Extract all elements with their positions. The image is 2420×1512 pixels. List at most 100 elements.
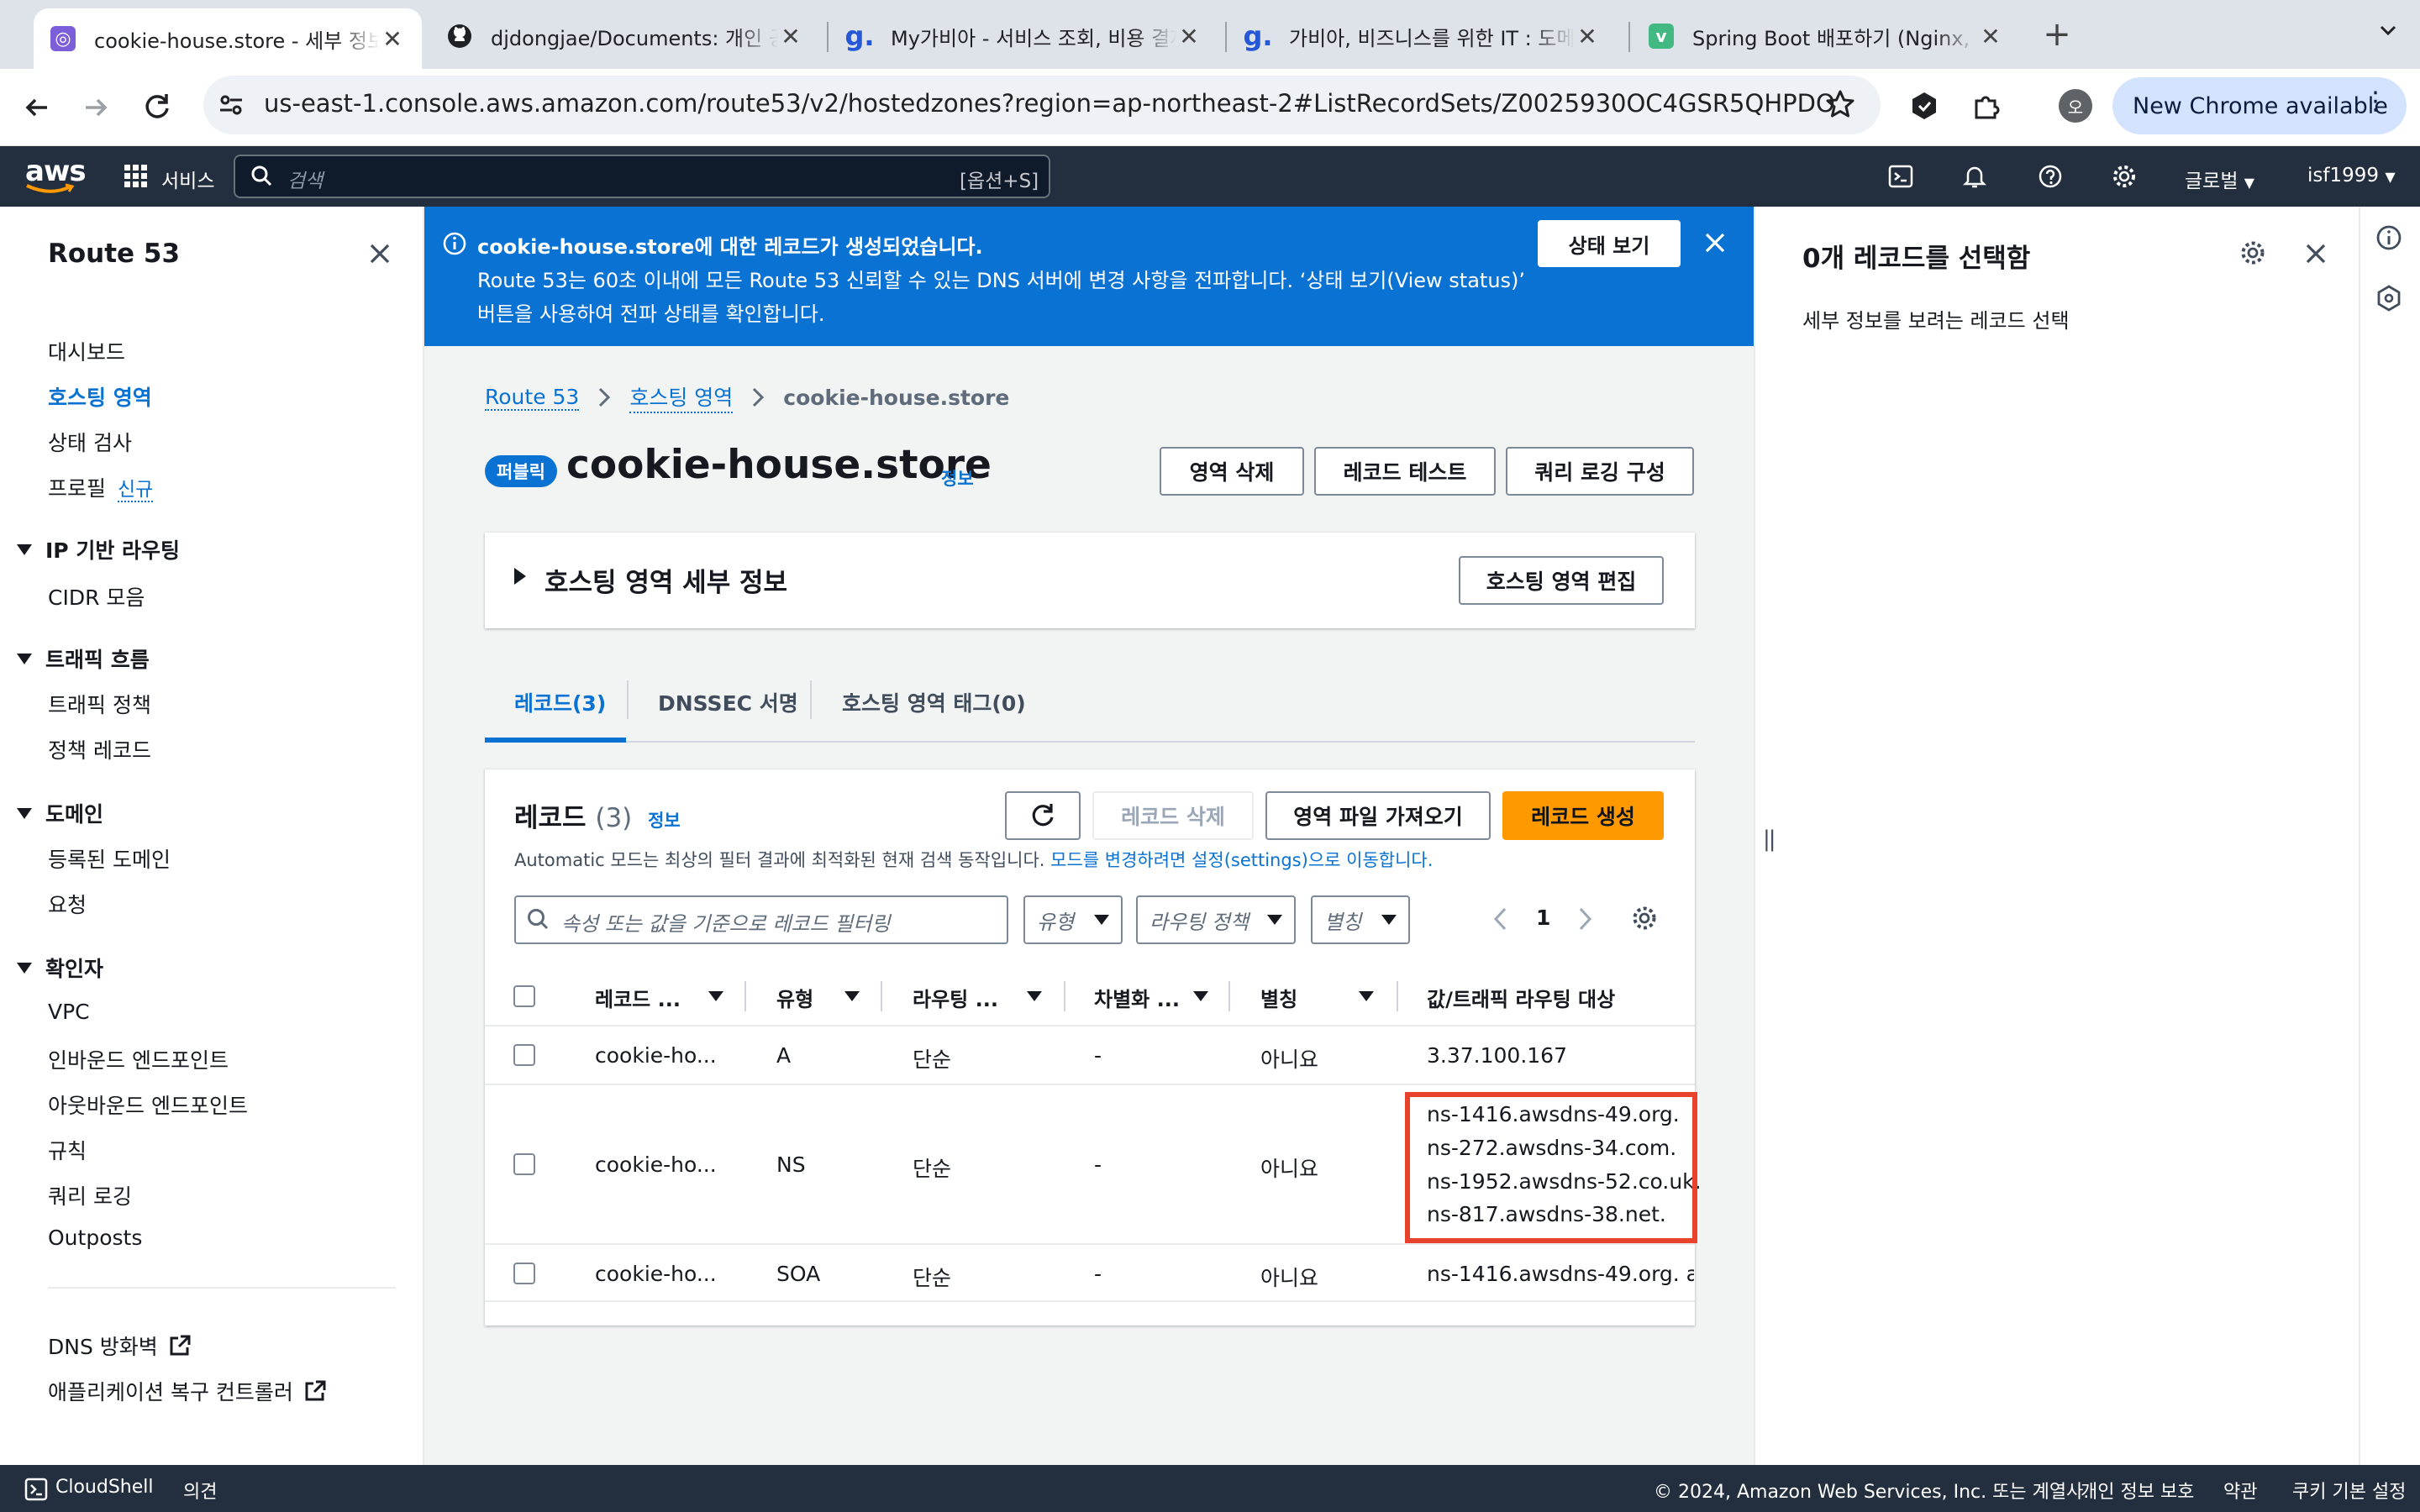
delete-zone-button[interactable]: 영역 삭제 bbox=[1160, 447, 1304, 496]
sidebar-section-domains[interactable]: 도메인 bbox=[17, 798, 103, 828]
tab-zone-tags[interactable]: 호스팅 영역 태그(0) bbox=[842, 687, 1026, 717]
column-header-record-name[interactable]: 레코드 ... bbox=[595, 983, 681, 1012]
close-tab-icon[interactable]: ✕ bbox=[1575, 23, 1600, 50]
info-panel-icon[interactable] bbox=[2375, 223, 2403, 252]
close-sidebar-icon[interactable] bbox=[366, 240, 393, 267]
services-grid-icon[interactable] bbox=[124, 165, 148, 188]
account-menu[interactable]: isf1999 ▼ bbox=[2307, 165, 2396, 186]
panel-preferences-gear-icon[interactable] bbox=[2238, 239, 2267, 267]
sidebar-section-ip-routing[interactable]: IP 기반 라우팅 bbox=[17, 534, 180, 564]
tab-dnssec[interactable]: DNSSEC 서명 bbox=[658, 687, 798, 717]
cloudshell-link[interactable]: CloudShell bbox=[55, 1477, 154, 1498]
new-chrome-available-button[interactable]: New Chrome available ⋮ bbox=[2112, 77, 2407, 134]
sidebar-section-traffic-flow[interactable]: 트래픽 흐름 bbox=[17, 643, 150, 674]
reload-icon[interactable] bbox=[139, 89, 175, 124]
sidebar-item-registered-domains[interactable]: 등록된 도메인 bbox=[48, 843, 171, 874]
sidebar-item-dns-firewall[interactable]: DNS 방화벽 bbox=[48, 1331, 192, 1361]
sort-caret-icon[interactable] bbox=[1027, 991, 1042, 1001]
details-title[interactable]: 호스팅 영역 세부 정보 bbox=[544, 561, 787, 599]
caret-right-icon[interactable] bbox=[514, 568, 526, 585]
dismiss-flash-icon[interactable] bbox=[1702, 230, 1728, 255]
column-header-differentiator[interactable]: 차별화 ... bbox=[1094, 983, 1180, 1012]
cookie-preferences-link[interactable]: 쿠키 기본 설정 bbox=[2292, 1477, 2406, 1504]
sidebar-item-policy-records[interactable]: 정책 레코드 bbox=[48, 734, 151, 764]
refresh-button[interactable] bbox=[1005, 791, 1081, 840]
row-checkbox[interactable] bbox=[513, 1263, 535, 1284]
sidebar-item-hosted-zones[interactable]: 호스팅 영역 bbox=[48, 381, 152, 412]
sidebar-item-rules[interactable]: 규칙 bbox=[48, 1135, 87, 1165]
sort-caret-icon[interactable] bbox=[844, 991, 860, 1001]
browser-tab[interactable]: g. 가비아, 비즈니스를 위한 IT : 도메인 ✕ bbox=[1228, 8, 1617, 64]
edit-hosted-zone-button[interactable]: 호스팅 영역 편집 bbox=[1459, 556, 1664, 605]
row-checkbox[interactable] bbox=[513, 1153, 535, 1175]
create-record-button[interactable]: 레코드 생성 bbox=[1502, 791, 1664, 840]
sort-caret-icon[interactable] bbox=[1359, 991, 1374, 1001]
sidebar-item-outbound-endpoints[interactable]: 아웃바운드 엔드포인트 bbox=[48, 1089, 248, 1120]
close-panel-icon[interactable] bbox=[2302, 240, 2329, 267]
breadcrumb-route53[interactable]: Route 53 bbox=[485, 385, 580, 411]
sort-caret-icon[interactable] bbox=[708, 991, 723, 1001]
sidebar-item-query-logging[interactable]: 쿼리 로깅 bbox=[48, 1180, 132, 1210]
test-record-button[interactable]: 레코드 테스트 bbox=[1314, 447, 1496, 496]
global-search-input[interactable] bbox=[234, 155, 1050, 198]
routing-policy-filter-select[interactable]: 라우팅 정책 bbox=[1136, 895, 1296, 944]
extensions-puzzle-icon[interactable] bbox=[1970, 89, 2003, 123]
sidebar-item-traffic-policies[interactable]: 트래픽 정책 bbox=[48, 689, 151, 719]
feedback-link[interactable]: 의견 bbox=[183, 1477, 217, 1504]
services-menu[interactable]: 서비스 bbox=[161, 165, 214, 193]
browser-tab[interactable]: g. My가비아 - 서비스 조회, 비용 결제 ✕ bbox=[830, 8, 1218, 64]
url-text[interactable]: us-east-1.console.aws.amazon.com/route53… bbox=[264, 89, 1835, 118]
table-preferences-gear-icon[interactable] bbox=[1630, 904, 1659, 932]
sidebar-item-outposts[interactable]: Outposts bbox=[48, 1226, 142, 1250]
terms-link[interactable]: 약관 bbox=[2223, 1477, 2257, 1504]
close-tab-icon[interactable]: ✕ bbox=[778, 23, 803, 50]
browser-tab[interactable]: djdongjae/Documents: 개인 공 ✕ bbox=[430, 8, 820, 64]
back-arrow-icon[interactable] bbox=[20, 91, 54, 124]
view-status-button[interactable]: 상태 보기 bbox=[1538, 220, 1681, 267]
notifications-bell-icon[interactable] bbox=[1961, 163, 1988, 190]
info-link[interactable]: 정보 bbox=[941, 465, 974, 491]
import-zone-file-button[interactable]: 영역 파일 가져오기 bbox=[1265, 791, 1491, 840]
mode-settings-link[interactable]: 모드를 변경하려면 설정(settings)으로 이동합니다. bbox=[1050, 850, 1433, 870]
close-tab-icon[interactable]: ✕ bbox=[1978, 23, 2003, 50]
cloudshell-footer-icon[interactable] bbox=[24, 1477, 49, 1502]
info-link[interactable]: 정보 bbox=[648, 811, 681, 831]
sidebar-item-requests[interactable]: 요청 bbox=[48, 889, 87, 919]
help-icon[interactable] bbox=[2037, 163, 2064, 190]
current-page-number[interactable]: 1 bbox=[1536, 906, 1550, 930]
delete-record-button[interactable]: 레코드 삭제 bbox=[1092, 791, 1254, 840]
tab-search-chevron-icon[interactable] bbox=[2371, 13, 2405, 47]
previous-page-icon[interactable] bbox=[1491, 906, 1511, 932]
sidebar-item-recovery-controller[interactable]: 애플리케이션 복구 컨트롤러 bbox=[48, 1376, 327, 1406]
tab-records[interactable]: 레코드(3) bbox=[514, 687, 606, 717]
breadcrumb-hosted-zones[interactable]: 호스팅 영역 bbox=[629, 381, 734, 413]
new-tab-icon[interactable]: + bbox=[2040, 15, 2074, 54]
column-header-alias[interactable]: 별칭 bbox=[1260, 983, 1297, 1012]
forward-arrow-icon[interactable] bbox=[79, 91, 113, 124]
configure-query-logging-button[interactable]: 쿼리 로깅 구성 bbox=[1506, 447, 1694, 496]
bookmark-star-icon[interactable] bbox=[1823, 87, 1857, 121]
column-header-value[interactable]: 값/트래픽 라우팅 대상 bbox=[1427, 983, 1615, 1012]
sidebar-section-resolver[interactable]: 확인자 bbox=[17, 953, 103, 983]
sort-caret-icon[interactable] bbox=[1193, 991, 1208, 1001]
row-checkbox[interactable] bbox=[513, 1044, 535, 1066]
next-page-icon[interactable] bbox=[1575, 906, 1595, 932]
sidebar-item-inbound-endpoints[interactable]: 인바운드 엔드포인트 bbox=[48, 1044, 229, 1074]
sidebar-item-vpc[interactable]: VPC bbox=[48, 1000, 90, 1024]
browser-tab-active[interactable]: ◎ cookie-house.store - 세부 정보 ✕ bbox=[34, 8, 422, 69]
sidebar-item-profiles[interactable]: 프로필 신규 bbox=[48, 472, 154, 502]
type-filter-select[interactable]: 유형 bbox=[1023, 895, 1123, 944]
profile-avatar[interactable]: 오 bbox=[2059, 89, 2092, 123]
sidebar-item-dashboard[interactable]: 대시보드 bbox=[48, 336, 125, 366]
close-tab-icon[interactable]: ✕ bbox=[1176, 23, 1202, 50]
privacy-link[interactable]: 개인 정보 보호 bbox=[2081, 1477, 2194, 1504]
alias-filter-select[interactable]: 별칭 bbox=[1311, 895, 1410, 944]
extension-shield-icon[interactable] bbox=[1907, 89, 1941, 123]
close-tab-icon[interactable]: ✕ bbox=[380, 25, 405, 53]
sidebar-item-health-checks[interactable]: 상태 검사 bbox=[48, 427, 132, 457]
site-settings-icon[interactable] bbox=[215, 89, 247, 121]
resize-handle-icon[interactable]: || bbox=[1763, 827, 1776, 852]
cloudshell-icon[interactable] bbox=[1887, 163, 1914, 190]
browser-tab[interactable]: v Spring Boot 배포하기 (Nginx, H ✕ bbox=[1632, 8, 2020, 64]
hexagon-resource-icon[interactable] bbox=[2375, 284, 2403, 312]
